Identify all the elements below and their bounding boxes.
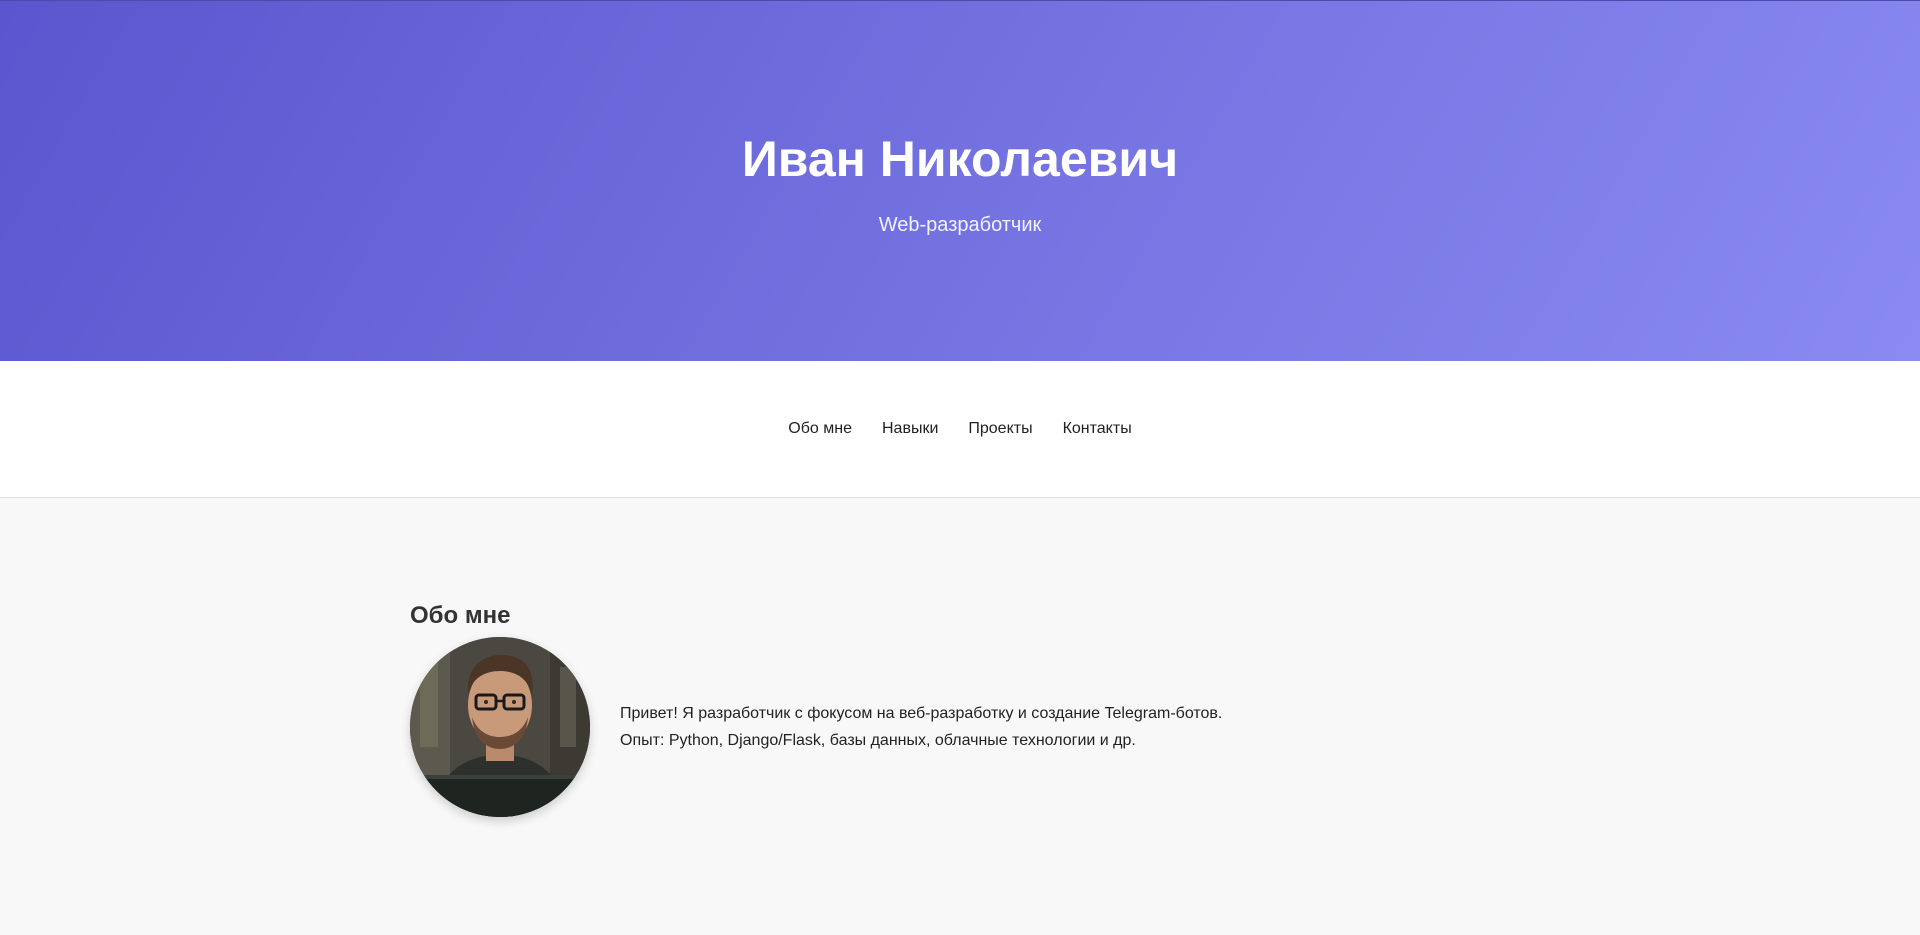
nav-link-about[interactable]: Обо мне bbox=[788, 420, 852, 438]
about-text: Привет! Я разработчик с фокусом на веб-р… bbox=[620, 700, 1222, 754]
about-title: Обо мне bbox=[410, 602, 511, 629]
nav-link-skills[interactable]: Навыки bbox=[882, 420, 938, 438]
nav-link-projects[interactable]: Проекты bbox=[968, 420, 1032, 438]
about-line-intro: Привет! Я разработчик с фокусом на веб-р… bbox=[620, 705, 1223, 722]
hero-name: Иван Николаевич bbox=[741, 131, 1179, 187]
nav-link-contacts[interactable]: Контакты bbox=[1063, 420, 1132, 438]
avatar bbox=[410, 637, 590, 817]
hero-subtitle: Web-разработчик bbox=[878, 214, 1042, 236]
about-section: Обо мне Привет! Я разработчик с фокусом … bbox=[0, 498, 1920, 935]
main-nav: Обо мне Навыки Проекты Контакты bbox=[0, 361, 1920, 498]
avatar-portrait bbox=[410, 637, 590, 817]
hero-header: Иван Николаевич Web-разработчик bbox=[0, 0, 1920, 361]
about-line-experience: Опыт: Python, Django/Flask, базы данных,… bbox=[620, 732, 1136, 749]
